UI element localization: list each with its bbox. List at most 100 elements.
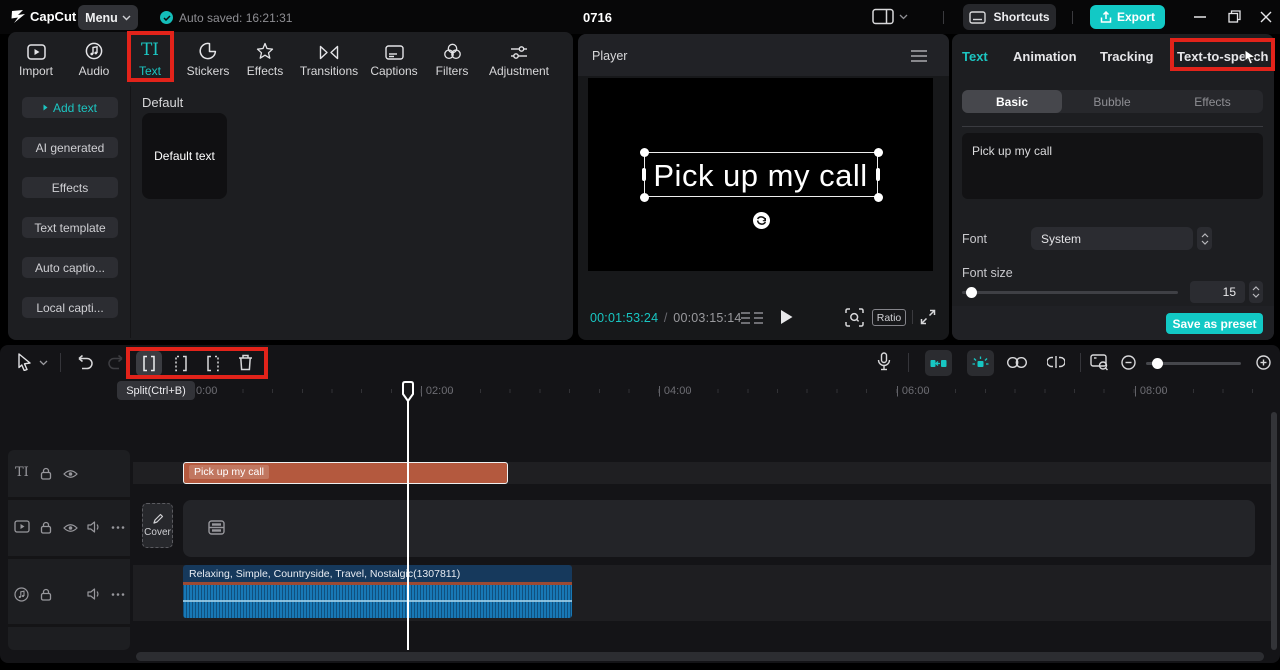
time-separator: / (663, 311, 668, 325)
delete-icon[interactable] (238, 354, 253, 371)
main-track-lane[interactable] (183, 500, 1255, 557)
record-voiceover-icon[interactable] (877, 352, 891, 372)
font-size-slider-track[interactable] (962, 291, 1178, 294)
text-content-field[interactable]: Pick up my call (962, 133, 1263, 199)
sidebar-item-local-captions[interactable]: Local capti... (22, 297, 118, 318)
transitions-icon (289, 38, 369, 60)
font-size-value-box[interactable]: 15 (1190, 281, 1245, 303)
cursor-pointer-icon (1243, 49, 1258, 65)
player-menu-icon[interactable] (911, 50, 927, 62)
tab-tracking[interactable]: Tracking (1100, 49, 1153, 64)
font-stepper[interactable] (1197, 227, 1212, 250)
selection-handle-left[interactable] (642, 168, 646, 181)
tl-toolbar-divider-3 (1080, 353, 1081, 372)
tab-animation[interactable]: Animation (1013, 49, 1077, 64)
sidebar-item-ai-generated[interactable]: AI generated (22, 137, 118, 158)
tab-text[interactable]: Text (962, 49, 988, 64)
zoom-in-icon[interactable] (1256, 355, 1271, 370)
unlink-icon[interactable] (1047, 355, 1065, 369)
horizontal-scrollbar[interactable] (136, 652, 1264, 661)
video-track-mute-icon[interactable] (87, 521, 101, 533)
video-track-visibility-icon[interactable] (63, 523, 78, 533)
play-button[interactable] (780, 309, 793, 325)
subtab-bubble[interactable]: Bubble (1062, 90, 1162, 113)
layout-chevron-icon[interactable] (899, 14, 908, 20)
delete-right-icon[interactable] (205, 355, 221, 372)
delete-left-icon[interactable] (173, 355, 189, 372)
export-button[interactable]: Export (1090, 5, 1165, 29)
sidebar-item-effects[interactable]: Effects (22, 177, 118, 198)
auto-snap-toggle[interactable] (925, 350, 952, 376)
text-track-visibility-icon[interactable] (63, 469, 78, 479)
vertical-scrollbar[interactable] (1271, 412, 1277, 650)
link-icon[interactable] (1007, 357, 1027, 368)
select-tool-icon[interactable] (17, 353, 33, 371)
menu-button[interactable]: Menu (78, 5, 138, 30)
toolbar-item-adjustment[interactable]: Adjustment (479, 38, 559, 78)
sidebar-item-text-template[interactable]: Text template (22, 217, 118, 238)
toolbar-item-filters[interactable]: Filters (417, 38, 487, 78)
active-marker-icon (43, 104, 48, 111)
frames-view-icon[interactable] (741, 311, 763, 325)
chevron-up-icon (1252, 286, 1260, 291)
preview-focus-icon[interactable] (845, 308, 864, 327)
toolbar-item-transitions[interactable]: Transitions (289, 38, 369, 78)
filters-icon (417, 38, 487, 60)
undo-icon[interactable] (77, 354, 94, 370)
shortcuts-button[interactable]: Shortcuts (963, 4, 1056, 30)
layout-icon[interactable] (872, 8, 894, 26)
split-icon[interactable] (141, 355, 157, 372)
keyboard-icon (969, 10, 987, 24)
rotate-handle-icon[interactable] (753, 212, 770, 229)
playhead-marker[interactable] (401, 381, 415, 403)
playhead-line[interactable] (407, 384, 409, 650)
text-clip[interactable]: Pick up my call (183, 462, 508, 484)
ratio-button[interactable]: Ratio (872, 309, 906, 326)
text-selection-box[interactable] (644, 152, 878, 197)
subtab-effects[interactable]: Effects (1162, 90, 1263, 113)
text-track-icon: TI (15, 465, 29, 480)
brand-name: CapCut (30, 9, 77, 24)
audio-clip[interactable]: Relaxing, Simple, Countryside, Travel, N… (183, 565, 572, 618)
audio-track-more-icon[interactable] (111, 593, 125, 596)
magnet-burst-icon (972, 356, 989, 367)
save-preset-button[interactable]: Save as preset (1166, 313, 1263, 334)
split-tooltip: Split(Ctrl+B) (117, 381, 195, 400)
zoom-out-icon[interactable] (1121, 355, 1136, 370)
track-header-column (8, 450, 130, 650)
capcut-logo-icon (10, 9, 27, 24)
default-text-card[interactable]: Default text (142, 113, 227, 199)
selection-handle-tl[interactable] (640, 148, 649, 157)
export-icon (1100, 10, 1112, 23)
sidebar-item-auto-captions[interactable]: Auto captio... (22, 257, 118, 278)
font-select[interactable]: System (1031, 227, 1193, 250)
text-track-lock-icon[interactable] (40, 467, 52, 480)
sidebar-item-add-text[interactable]: Add text (22, 97, 118, 118)
redo-icon[interactable] (107, 354, 124, 370)
video-track-more-icon[interactable] (111, 526, 125, 529)
cover-button[interactable]: Cover (142, 503, 173, 548)
audio-track-lock-icon[interactable] (40, 588, 52, 601)
adjustment-icon (479, 38, 559, 60)
ruler-ticks[interactable] (183, 389, 1272, 393)
font-size-stepper[interactable] (1249, 281, 1263, 303)
fullscreen-icon[interactable] (920, 309, 936, 325)
subtab-basic[interactable]: Basic (962, 90, 1062, 113)
close-button[interactable] (1260, 11, 1272, 23)
selection-handle-tr[interactable] (874, 148, 883, 157)
font-size-slider-thumb[interactable] (966, 287, 977, 298)
audio-track-mute-icon[interactable] (87, 588, 101, 600)
selection-handle-right[interactable] (876, 168, 880, 181)
player-header (578, 34, 949, 76)
font-label: Font (962, 232, 988, 246)
restore-button[interactable] (1228, 10, 1241, 23)
timeline-zoom-slider-thumb[interactable] (1152, 358, 1163, 369)
font-size-label: Font size (962, 266, 1013, 280)
selection-handle-br[interactable] (874, 193, 883, 202)
select-tool-chevron-icon[interactable] (39, 360, 48, 366)
minimize-button[interactable] (1194, 16, 1206, 18)
video-track-lock-icon[interactable] (40, 521, 52, 534)
preview-frame-icon[interactable] (1090, 354, 1110, 371)
preview-snap-toggle[interactable] (967, 350, 994, 376)
selection-handle-bl[interactable] (640, 193, 649, 202)
